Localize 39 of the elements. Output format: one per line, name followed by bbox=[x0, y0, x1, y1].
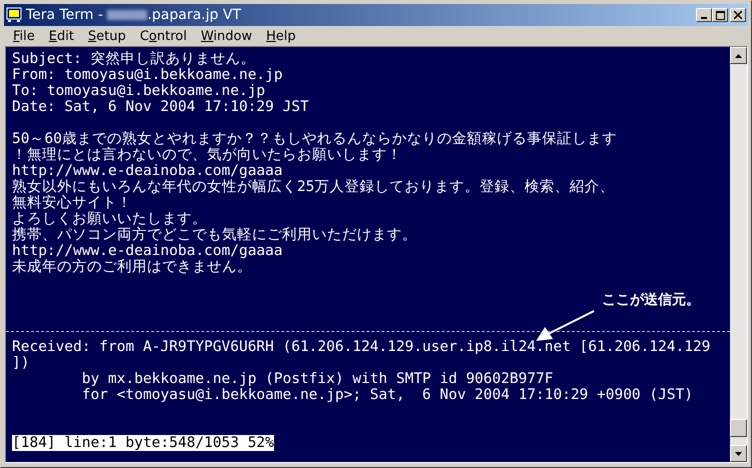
terminal-line: 50～60歳までの熟女とやれますか？？もしやれるんならかなりの金額稼げる事保証します bbox=[12, 131, 617, 147]
menu-item[interactable]: Help bbox=[260, 28, 302, 44]
terminal-line: by mx.bekkoame.ne.jp (Postfix) with SMTP id 90602B977F bbox=[80, 371, 554, 387]
app-name: Tera Term - bbox=[26, 7, 104, 23]
minimize-button[interactable] bbox=[696, 8, 712, 22]
terminal-line: よろしくお願いいたします。 bbox=[12, 211, 207, 227]
terminal-line: http://www.e-deainoba.com/gaaaa bbox=[12, 163, 283, 179]
close-icon bbox=[734, 11, 742, 19]
terminal-line: Received: from A-JR9TYPGV6U6RH (61.206.124.129.user.ip8.il24.net [61.206.124.129 bbox=[12, 339, 710, 355]
terminal-line: 無料安心サイト！ bbox=[12, 195, 132, 211]
annotation-arrow bbox=[536, 310, 594, 341]
menu-item[interactable]: Setup bbox=[82, 28, 132, 44]
terminal-app-icon[interactable] bbox=[6, 7, 22, 23]
host-name: .papara.jp VT bbox=[147, 7, 241, 23]
scroll-down-button[interactable] bbox=[730, 445, 747, 462]
up-arrow-icon bbox=[735, 54, 742, 58]
menu-item[interactable]: File bbox=[7, 28, 41, 44]
scroll-up-button[interactable] bbox=[730, 47, 747, 64]
scrollbar-thumb[interactable] bbox=[730, 419, 747, 437]
menu-item[interactable]: Control bbox=[134, 28, 193, 44]
menu-item[interactable]: Window bbox=[194, 28, 258, 44]
menu-item[interactable]: Edit bbox=[42, 28, 80, 44]
terminal-line: To: tomoyasu@i.bekkoame.ne.jp bbox=[12, 83, 266, 99]
annotation-text: ここが送信元。 bbox=[602, 291, 700, 309]
terminal-line: Date: Sat, 6 Nov 2004 17:10:29 JST bbox=[12, 99, 309, 115]
terminal-line: http://www.e-deainoba.com/gaaaa bbox=[12, 243, 283, 259]
redacted-block bbox=[107, 10, 148, 20]
terminal-line: Subject: 突然申し訳ありません。 bbox=[12, 51, 256, 67]
terminal-line: ！無理にとは言わないので、気が向いたらお願いします！ bbox=[12, 147, 402, 163]
terminal-line: ]) bbox=[12, 355, 30, 371]
terminal-line: 携帯、パソコン両方でどこでも気軽にご利用いただけます。 bbox=[12, 227, 417, 243]
terminal-line: 未成年の方のご利用はできません。 bbox=[12, 259, 252, 275]
terminal-line: 熟女以外にもいろんな年代の女性が幅広く25万人登録しております。登録、検索、紹介、 bbox=[12, 179, 614, 195]
terminal-line: for <tomoyasu@i.bekkoame.ne.jp>; Sat, 6 Nov 2004 17:10:29 +0900 (JST) bbox=[80, 387, 693, 403]
maximize-button[interactable] bbox=[712, 8, 728, 22]
close-button[interactable] bbox=[730, 8, 746, 22]
maximize-icon bbox=[716, 10, 724, 20]
down-arrow-icon bbox=[735, 452, 742, 456]
terminal-line: From: tomoyasu@i.bekkoame.ne.jp bbox=[12, 67, 283, 83]
